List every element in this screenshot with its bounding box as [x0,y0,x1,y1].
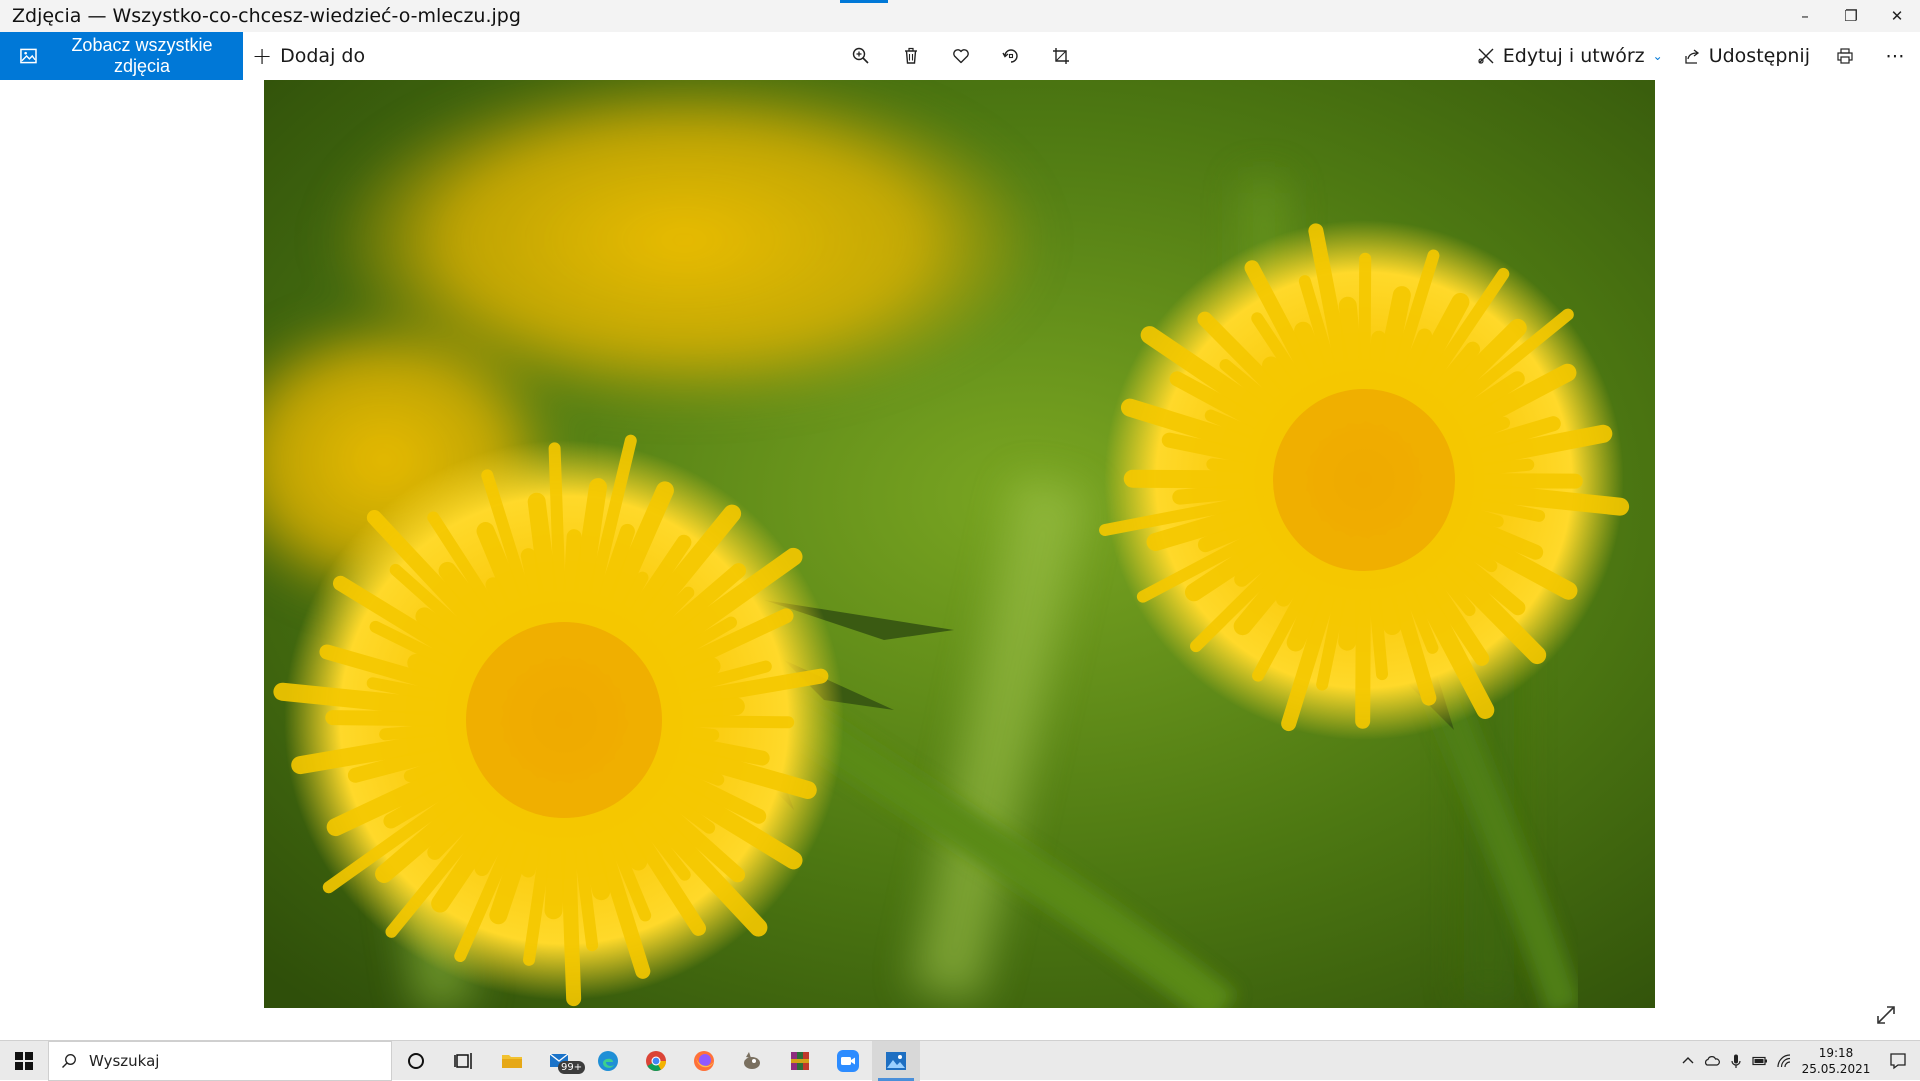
title-accent-line [840,0,888,3]
share-icon [1685,49,1699,64]
wifi-button[interactable] [1772,1041,1796,1081]
add-to-button[interactable]: + Dodaj do [252,32,365,80]
photos-app-button[interactable] [872,1041,920,1081]
close-button[interactable]: ✕ [1874,0,1920,32]
search-input[interactable] [87,1051,341,1071]
rotate-icon [1002,49,1018,63]
battery-button[interactable] [1748,1041,1772,1081]
gimp-icon [744,1052,760,1069]
share-label: Udostępnij [1708,45,1810,67]
edit-create-label: Edytuj i utwórz [1502,45,1645,67]
wifi-icon [1777,1054,1791,1068]
restore-button[interactable]: ❐ [1828,0,1874,32]
flower-center [466,622,662,818]
notification-icon [1890,1053,1906,1070]
firefox-button[interactable] [680,1041,728,1081]
taskbar-apps: 99+ [392,1041,920,1081]
photo-viewer[interactable] [264,80,1655,1008]
plus-icon: + [252,42,273,70]
crop-icon [1053,48,1069,64]
chrome-button[interactable] [632,1041,680,1081]
chevron-down-icon: ⌄ [1652,49,1663,63]
notifications-button[interactable] [1876,1041,1920,1081]
file-explorer-button[interactable] [488,1041,536,1081]
taskbar-search[interactable] [48,1041,392,1081]
gimp-button[interactable] [728,1041,776,1081]
expand-icon[interactable] [1874,1003,1898,1027]
taskbar: 99+ [0,1040,1920,1081]
heart-icon [953,49,969,64]
search-icon [62,1054,76,1068]
rotate-button[interactable] [986,32,1036,80]
flower-center [1273,389,1455,571]
favorite-button[interactable] [936,32,986,80]
edge-icon [598,1051,618,1071]
windows-logo-icon [15,1052,33,1070]
system-tray: 19:18 25.05.2021 [1676,1041,1920,1081]
petal [548,442,568,657]
delete-button[interactable] [886,32,936,80]
trash-icon [905,47,917,64]
edit-tools-icon [1478,48,1494,64]
more-options-button[interactable]: ⋯ [1870,32,1920,80]
edge-button[interactable] [584,1041,632,1081]
clock-date: 25.05.2021 [1801,1062,1871,1076]
mail-count-badge: 99+ [558,1061,586,1074]
title-bar: Zdjęcia — Wszystko-co-chcesz-wiedzieć-o-… [0,0,1920,32]
winrar-icon [791,1052,809,1070]
petal [558,782,582,1007]
clock-time: 19:18 [1818,1046,1854,1060]
zoom-video-icon [837,1050,859,1072]
cloud-icon [1704,1056,1720,1066]
mail-button[interactable]: 99+ [536,1041,586,1081]
cortana-button[interactable] [392,1041,440,1081]
zoom-app-button[interactable] [824,1041,872,1081]
photos-icon [20,48,37,64]
image-tools [836,32,1086,80]
edit-create-button[interactable]: Edytuj i utwórz ⌄ [1467,32,1673,80]
cortana-icon [408,1053,424,1069]
minimize-button[interactable]: – [1782,0,1828,32]
window-controls: – ❐ ✕ [1782,0,1920,32]
see-all-photos-label: Zobacz wszystkie zdjęcia [71,35,213,76]
task-view-icon [454,1053,472,1069]
tray-overflow-button[interactable] [1676,1041,1700,1081]
printer-icon [1837,48,1853,64]
chrome-icon [646,1051,667,1072]
microphone-button[interactable] [1724,1041,1748,1081]
folder-icon [502,1055,522,1068]
task-view-button[interactable] [440,1041,488,1081]
battery-icon [1752,1056,1767,1066]
dandelion-photo [264,80,1655,1008]
zoom-in-icon [852,47,869,64]
window-title: Zdjęcia — Wszystko-co-chcesz-wiedzieć-o-… [12,5,521,27]
photos-app-icon [886,1052,906,1070]
clock[interactable]: 19:18 25.05.2021 [1796,1045,1876,1077]
zoom-button[interactable] [836,32,886,80]
onedrive-button[interactable] [1700,1041,1724,1081]
command-bar: Zobacz wszystkie zdjęcia + Dodaj do Edyt… [0,32,1920,80]
print-button[interactable] [1820,32,1870,80]
share-button[interactable]: Udostępnij [1673,32,1820,80]
start-button[interactable] [0,1041,48,1081]
winrar-button[interactable] [776,1041,824,1081]
chevron-up-icon [1682,1057,1694,1064]
crop-button[interactable] [1036,32,1086,80]
firefox-icon [694,1051,714,1071]
microphone-icon [1731,1054,1741,1068]
add-to-label: Dodaj do [280,45,366,67]
right-toolbar: Edytuj i utwórz ⌄ Udostępnij ⋯ [1467,32,1920,80]
see-all-photos-button[interactable]: Zobacz wszystkie zdjęcia [0,32,243,80]
